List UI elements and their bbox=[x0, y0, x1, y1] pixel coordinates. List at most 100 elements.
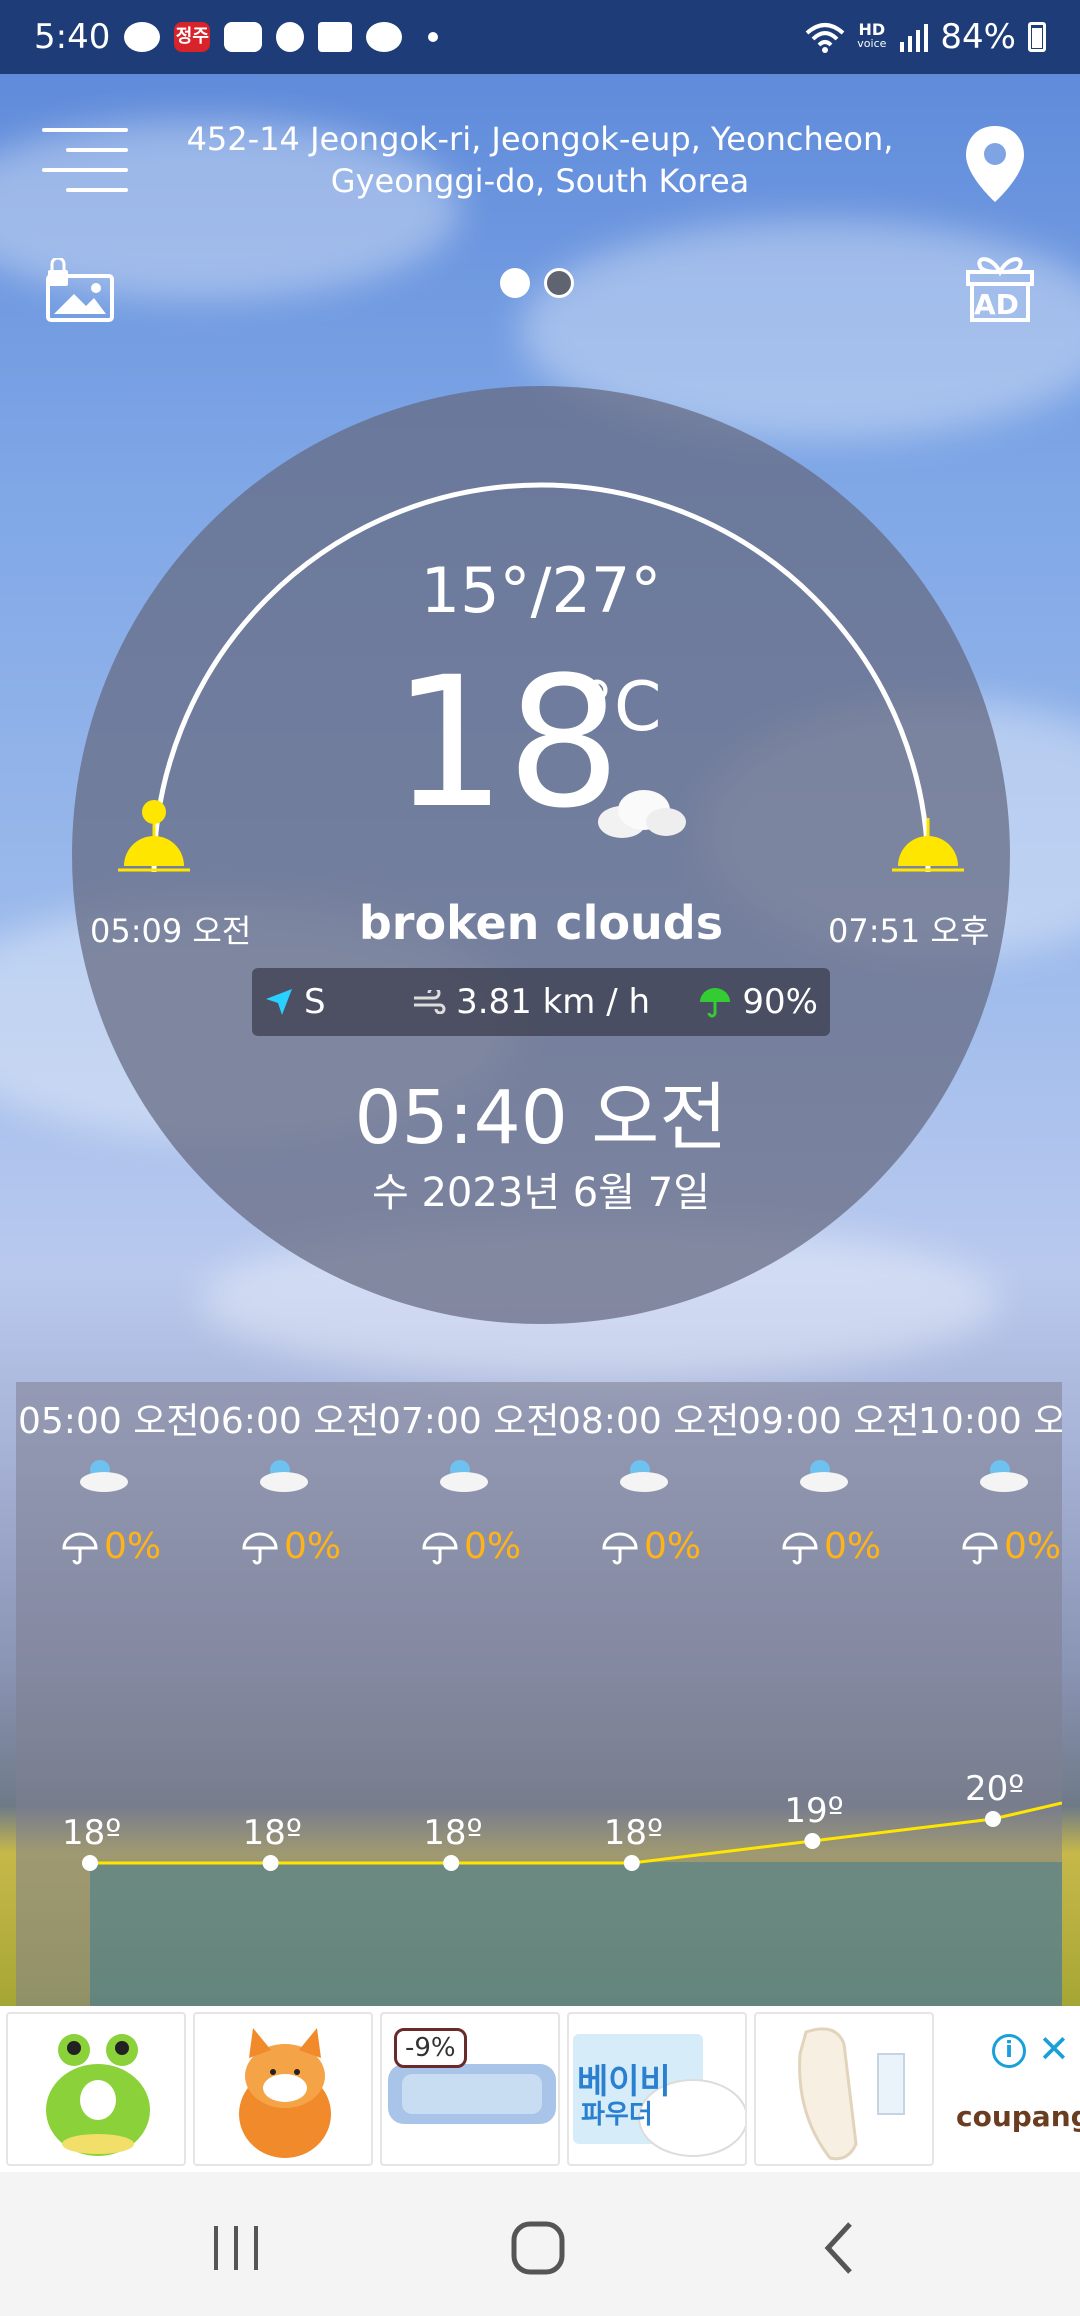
umbrella-rain-icon bbox=[962, 1532, 998, 1564]
rain-chance: 0% bbox=[780, 1526, 881, 1567]
rain-chance: 0% bbox=[960, 1526, 1061, 1567]
humidity: 90% bbox=[698, 982, 818, 1022]
cloud-icon bbox=[80, 1460, 128, 1492]
app-notification-icon bbox=[318, 22, 353, 52]
cloud-icon bbox=[440, 1460, 488, 1492]
hd-voice-indicator: HD voice bbox=[857, 20, 887, 51]
status-bar: 5:40 정주 HD voice 84% bbox=[0, 0, 1080, 74]
more-notifications-dot bbox=[428, 32, 439, 42]
hour-time: 07:00 오전 bbox=[378, 1401, 560, 1442]
coupang-logo: coupang bbox=[956, 2100, 1080, 2133]
navigation-arrow-icon bbox=[266, 989, 292, 1015]
umbrella-rain-icon bbox=[242, 1532, 278, 1564]
recent-apps-icon[interactable] bbox=[206, 2218, 266, 2278]
ad-product-card[interactable]: 베이비 파우더 bbox=[567, 2012, 747, 2166]
battery-percent: 84% bbox=[940, 17, 1016, 57]
temperature-line bbox=[90, 1801, 1062, 1865]
ad-product-card[interactable] bbox=[754, 2012, 934, 2166]
signal-icon bbox=[900, 24, 929, 52]
hour-temperature-label: 18º bbox=[242, 1813, 302, 1853]
status-time: 5:40 bbox=[34, 17, 111, 57]
current-date: 수 2023년 6월 7일 bbox=[371, 1170, 711, 1216]
wind-icon bbox=[414, 990, 446, 1014]
cloud-icon bbox=[620, 1460, 668, 1492]
hamburger-icon bbox=[42, 128, 128, 132]
page-dot[interactable] bbox=[544, 268, 574, 298]
app-badge-icon: 정주 bbox=[174, 22, 211, 52]
locked-image-icon[interactable] bbox=[44, 258, 118, 324]
temperature-point bbox=[804, 1833, 821, 1849]
ad-banner[interactable]: -9% 베이비 파우더 i ✕ coupang bbox=[0, 2006, 1080, 2172]
system-navigation-bar bbox=[0, 2172, 1080, 2316]
temperature-point bbox=[985, 1811, 1001, 1827]
sunrise-icon bbox=[118, 800, 190, 872]
ad-product-card[interactable]: -9% bbox=[380, 2012, 560, 2166]
wind-speed: 3.81 km / h bbox=[412, 982, 698, 1022]
hour-temperature-label: 18º bbox=[603, 1813, 664, 1853]
cloud-icon bbox=[260, 1460, 308, 1492]
rain-chance: 0% bbox=[420, 1526, 521, 1567]
bath-seat-product-image bbox=[798, 2027, 905, 2161]
umbrella-rain-icon bbox=[62, 1532, 98, 1564]
temperature-point bbox=[443, 1855, 460, 1871]
temperature-unit: °C bbox=[580, 668, 662, 747]
notification-icons: 정주 bbox=[124, 22, 439, 52]
hour-time: 05:00 오전 bbox=[18, 1401, 200, 1442]
hour-temperature-label: 18º bbox=[62, 1813, 122, 1853]
rain-chance: 0% bbox=[600, 1526, 701, 1567]
battery-icon bbox=[1028, 22, 1046, 52]
sunset-icon bbox=[892, 818, 964, 872]
gift-ad-button[interactable]: AD bbox=[964, 250, 1036, 324]
weather-circle: 15°/27° 18 °C 05:09 오전 broken clouds 07:… bbox=[72, 386, 1010, 1324]
hour-temperature-label: 20º bbox=[965, 1769, 1025, 1809]
hour-temperature-label: 18º bbox=[423, 1813, 483, 1853]
hourly-temperature-line bbox=[82, 1801, 1062, 2010]
home-icon[interactable] bbox=[508, 2218, 568, 2278]
wind-direction: S bbox=[264, 982, 412, 1022]
page-indicator bbox=[500, 268, 574, 298]
chat-notification-icon bbox=[366, 22, 403, 52]
temperature-area-fill bbox=[90, 1862, 1062, 2010]
rain-chance: 0% bbox=[240, 1526, 341, 1567]
status-right: HD voice 84% bbox=[805, 17, 1046, 57]
sunset-time: 07:51 오후 bbox=[828, 912, 990, 950]
app-notification-icon bbox=[276, 22, 305, 52]
rain-chance: 0% bbox=[60, 1526, 161, 1567]
umbrella-rain-icon bbox=[782, 1532, 818, 1564]
ad-product-card[interactable] bbox=[193, 2012, 373, 2166]
temperature-point bbox=[262, 1855, 279, 1871]
temperature-point bbox=[623, 1855, 640, 1871]
cloud-icon bbox=[980, 1460, 1028, 1492]
high-low-temperature: 15°/27° bbox=[420, 554, 662, 627]
frog-pillow-product-image bbox=[46, 2034, 150, 2156]
ad-info-icon[interactable]: i bbox=[992, 2034, 1026, 2068]
location-pin-icon[interactable] bbox=[962, 124, 1028, 204]
chat-notification-icon bbox=[124, 22, 161, 52]
umbrella-icon bbox=[700, 988, 731, 1018]
discount-badge: -9% bbox=[394, 2028, 467, 2068]
page-dot-active[interactable] bbox=[500, 268, 530, 298]
ad-label: AD bbox=[974, 288, 1019, 321]
hour-time: 09:00 오전 bbox=[738, 1401, 920, 1442]
ad-close-button[interactable]: ✕ bbox=[1038, 2030, 1070, 2068]
hour-time: 10:00 오 bbox=[918, 1401, 1062, 1442]
menu-button[interactable] bbox=[42, 126, 128, 192]
umbrella-rain-icon bbox=[422, 1532, 458, 1564]
hourly-forecast[interactable]: 05:00 오전 0% 06:00 오전 0% 07:00 오전 0% 08:0… bbox=[16, 1382, 1062, 2010]
cloud-icon bbox=[800, 1460, 848, 1492]
cloud-icon bbox=[598, 790, 686, 838]
hour-time: 08:00 오전 bbox=[558, 1401, 740, 1442]
location-address[interactable]: 452-14 Jeongok-ri, Jeongok-eup, Yeoncheo… bbox=[160, 118, 920, 202]
hour-time: 06:00 오전 bbox=[198, 1401, 380, 1442]
temperature-point bbox=[82, 1855, 98, 1871]
back-icon[interactable] bbox=[812, 2218, 872, 2278]
current-time: 05:40 오전 bbox=[354, 1075, 728, 1161]
youtube-icon bbox=[224, 22, 263, 52]
hour-temperature-label: 19º bbox=[784, 1791, 844, 1831]
ad-product-card[interactable] bbox=[6, 2012, 186, 2166]
umbrella-rain-icon bbox=[602, 1532, 638, 1564]
wifi-icon bbox=[805, 23, 845, 53]
baby-powder-label: 파우더 bbox=[581, 2100, 653, 2130]
weather-details-bar: S 3.81 km / h 90% bbox=[252, 968, 830, 1036]
fox-pillow-product-image bbox=[239, 2028, 331, 2158]
